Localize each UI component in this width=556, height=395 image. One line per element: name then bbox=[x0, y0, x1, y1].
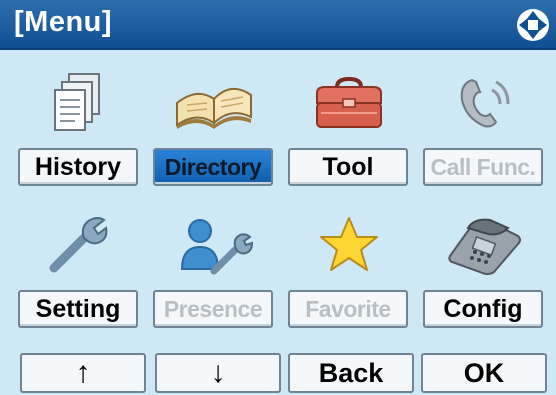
ok-softkey[interactable]: OK bbox=[421, 353, 547, 393]
up-softkey[interactable]: ↑ bbox=[20, 353, 146, 393]
wrench-icon bbox=[18, 208, 140, 282]
history-label[interactable]: History bbox=[18, 148, 138, 186]
page-title: [Menu] bbox=[14, 6, 113, 38]
back-softkey[interactable]: Back bbox=[288, 353, 414, 393]
setting-label[interactable]: Setting bbox=[18, 290, 138, 328]
history-documents-icon bbox=[18, 66, 140, 140]
call-function-handset-icon bbox=[423, 66, 545, 140]
directory-book-icon bbox=[153, 66, 275, 140]
call-func-label[interactable]: Call Func. bbox=[423, 148, 543, 186]
menu-grid: History Directory Tool Call Func. Settin… bbox=[0, 50, 556, 395]
config-label[interactable]: Config bbox=[423, 290, 543, 328]
star-icon bbox=[288, 208, 410, 282]
title-bar: [Menu] bbox=[0, 0, 556, 50]
down-softkey[interactable]: ↓ bbox=[155, 353, 281, 393]
presence-label[interactable]: Presence bbox=[153, 290, 273, 328]
presence-person-wrench-icon bbox=[153, 208, 275, 282]
toolbox-icon bbox=[288, 66, 410, 140]
directory-label[interactable]: Directory bbox=[153, 148, 273, 186]
four-way-navigation-icon[interactable] bbox=[516, 8, 550, 42]
desk-phone-icon bbox=[423, 208, 545, 282]
tool-label[interactable]: Tool bbox=[288, 148, 408, 186]
favorite-label[interactable]: Favorite bbox=[288, 290, 408, 328]
